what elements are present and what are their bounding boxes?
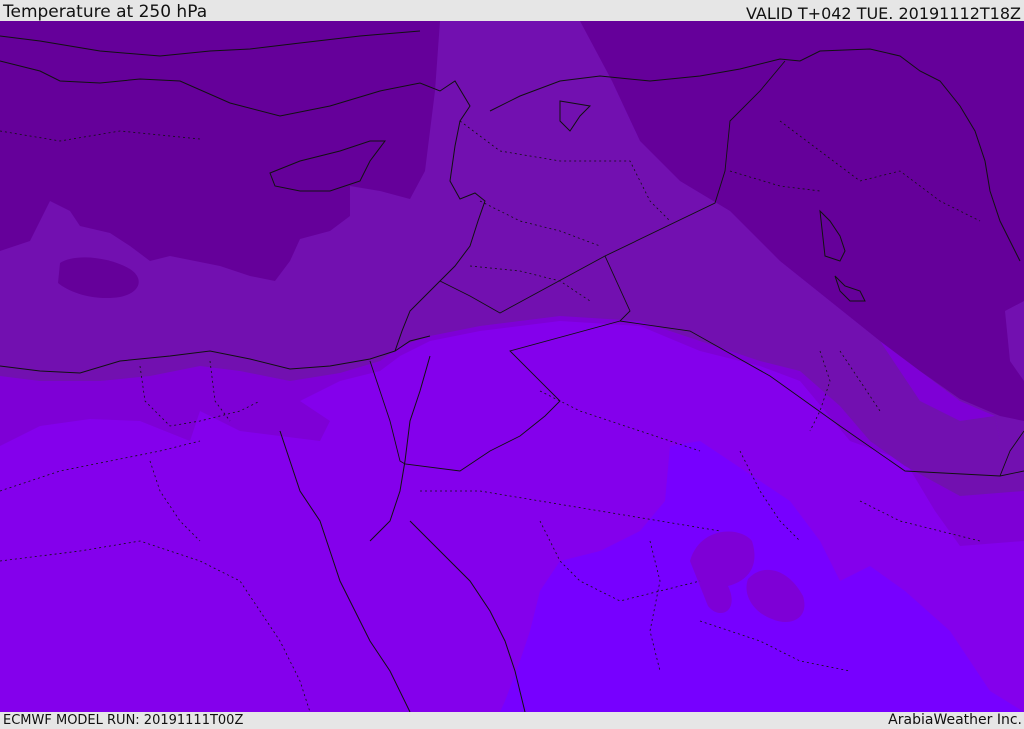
credit-text: ArabiaWeather Inc. — [888, 712, 1022, 728]
model-run: ECMWF MODEL RUN: 20191111T00Z — [3, 713, 244, 728]
map-title: Temperature at 250 hPa — [3, 2, 208, 22]
footer-bar: ECMWF MODEL RUN: 20191111T00Z ArabiaWeat… — [0, 712, 1024, 729]
temperature-map — [0, 21, 1024, 713]
header-bar: Temperature at 250 hPa VALID T+042 TUE. … — [0, 0, 1024, 23]
